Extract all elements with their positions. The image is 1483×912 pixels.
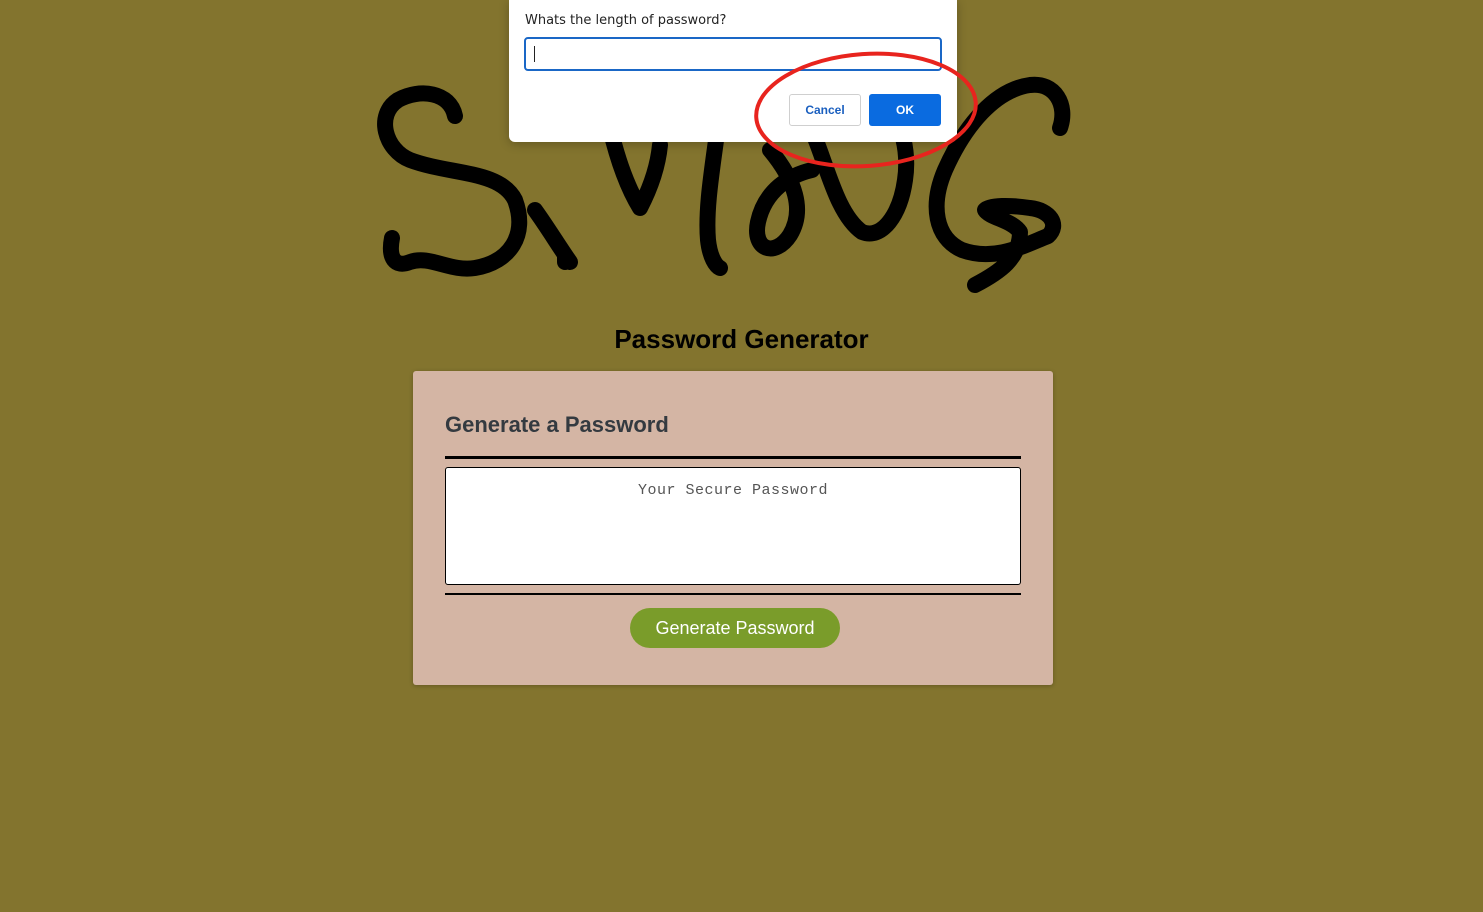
dialog-ok-button[interactable]: OK xyxy=(869,94,941,126)
prompt-dialog: Whats the length of password? Cancel OK xyxy=(509,0,957,142)
card-divider-bottom xyxy=(445,593,1021,595)
dialog-message: Whats the length of password? xyxy=(525,13,727,28)
dialog-cancel-button[interactable]: Cancel xyxy=(789,94,861,126)
generate-password-button[interactable]: Generate Password xyxy=(630,608,840,648)
password-output-textarea[interactable]: Your Secure Password xyxy=(445,467,1021,585)
card-header: Generate a Password xyxy=(445,412,669,437)
password-card: Generate a Password Your Secure Password… xyxy=(413,371,1053,685)
card-divider-top xyxy=(445,456,1021,459)
password-length-input[interactable] xyxy=(524,37,942,71)
page-title: Password Generator xyxy=(614,324,869,354)
text-caret xyxy=(534,46,535,62)
